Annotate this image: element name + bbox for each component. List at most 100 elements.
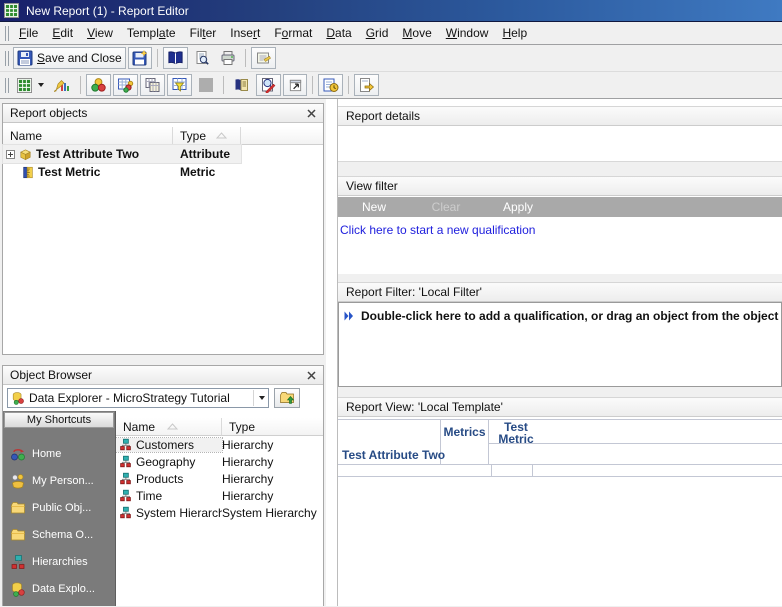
- menu-template[interactable]: Template: [120, 23, 183, 43]
- sidebar-item-hierarchies[interactable]: Hierarchies: [4, 548, 114, 575]
- row-axis-header[interactable]: Test Attribute Two: [338, 419, 441, 464]
- menu-grid[interactable]: Grid: [359, 23, 396, 43]
- view-filter-content: Click here to start a new qualification: [338, 217, 782, 274]
- properties-button[interactable]: [251, 47, 276, 69]
- toolbar-view: [0, 72, 782, 99]
- close-icon[interactable]: [307, 371, 316, 380]
- close-icon[interactable]: [307, 109, 316, 118]
- save-and-close-button[interactable]: Save and Close: [13, 47, 126, 69]
- table-row[interactable]: Test Metric Metric: [3, 163, 323, 181]
- metric-icon: [21, 165, 35, 180]
- my-shortcuts-button[interactable]: My Shortcuts: [4, 412, 114, 428]
- new-window-button[interactable]: [283, 74, 307, 96]
- table-row[interactable]: Geography Hierarchy: [116, 453, 323, 470]
- toolbar-grip[interactable]: [5, 78, 9, 93]
- report-filter-icon: [171, 77, 188, 93]
- history-button[interactable]: [318, 74, 343, 96]
- sort-ascending-icon: [216, 132, 227, 139]
- template-data-row[interactable]: [338, 464, 782, 477]
- exit-button[interactable]: [354, 74, 379, 96]
- template-grid: Test Attribute Two Metrics Test Metric: [338, 419, 782, 477]
- column-header-name[interactable]: Name: [116, 418, 222, 436]
- view-filter-title: View filter: [346, 179, 398, 193]
- main-area: Report objects Name Type Test Attribute …: [0, 99, 782, 606]
- toolbar-grip[interactable]: [5, 51, 9, 66]
- sidebar-item-home[interactable]: Home: [4, 440, 114, 467]
- report-objects-column-headers: Name Type: [3, 127, 323, 145]
- menu-format[interactable]: Format: [267, 23, 319, 43]
- view-filter-new-button[interactable]: New: [338, 200, 410, 214]
- sidebar-item-data-explorer[interactable]: Data Explo...: [4, 575, 114, 602]
- contents-button[interactable]: [163, 47, 188, 69]
- menu-edit[interactable]: Edit: [45, 23, 80, 43]
- menu-view[interactable]: View: [80, 23, 120, 43]
- report-details-button[interactable]: [229, 74, 254, 96]
- hierarchy-icon: [119, 472, 132, 485]
- view-filter-clear-button[interactable]: Clear: [410, 200, 482, 214]
- source-selector-value: Data Explorer - MicroStrategy Tutorial: [29, 391, 249, 405]
- menu-data[interactable]: Data: [319, 23, 358, 43]
- report-filter-button[interactable]: [167, 74, 192, 96]
- table-row[interactable]: Customers Hierarchy: [116, 436, 323, 453]
- menubar: File Edit View Template Filter Insert Fo…: [0, 22, 782, 45]
- object-browser-button[interactable]: [86, 74, 111, 96]
- report-objects-button[interactable]: [113, 74, 138, 96]
- object-browser-panel: Object Browser Data Explorer - MicroStra…: [2, 365, 324, 606]
- home-icon: [10, 446, 26, 462]
- table-row[interactable]: Time Hierarchy: [116, 487, 323, 504]
- column-header-type[interactable]: Type: [173, 127, 241, 145]
- table-row[interactable]: System Hierarchy System Hierarchy: [116, 504, 323, 521]
- view-filter-panel-icon: [144, 77, 161, 93]
- data-explorer-icon: [11, 391, 25, 405]
- expand-plus-icon[interactable]: [6, 150, 15, 159]
- shortcuts-list: Home My Person... Public Obj...: [4, 428, 114, 602]
- view-filter-panel-button[interactable]: [140, 74, 165, 96]
- menu-help[interactable]: Help: [495, 23, 534, 43]
- my-personal-objects-icon: [10, 473, 26, 489]
- disabled-button: [194, 74, 218, 96]
- view-filter-action-bar: New Clear Apply: [338, 197, 782, 217]
- new-qualification-link[interactable]: Click here to start a new qualification: [340, 223, 535, 237]
- panel-splitter[interactable]: [326, 99, 337, 606]
- menu-file[interactable]: File: [12, 23, 45, 43]
- table-row[interactable]: Products Hierarchy: [116, 470, 323, 487]
- sql-view-icon: [260, 77, 277, 93]
- metric-column-header[interactable]: Test Metric: [489, 419, 782, 444]
- source-selector[interactable]: Data Explorer - MicroStrategy Tutorial: [7, 388, 269, 408]
- table-row[interactable]: Test Attribute Two Attribute: [3, 145, 323, 163]
- menu-insert[interactable]: Insert: [223, 23, 267, 43]
- column-header-type[interactable]: Type: [222, 418, 323, 436]
- report-view-header: Report View: 'Local Template': [338, 397, 782, 417]
- dropdown-arrow-icon[interactable]: [253, 390, 268, 406]
- toolbar-main: Save and Close: [0, 45, 782, 72]
- save-as-button[interactable]: [128, 47, 152, 69]
- column-header-empty: [241, 127, 323, 145]
- open-folder-up-icon: [278, 390, 296, 406]
- sidebar-item-schema-objects[interactable]: Schema O...: [4, 521, 114, 548]
- menu-move[interactable]: Move: [395, 23, 438, 43]
- report-filter-content[interactable]: Double-click here to add a qualification…: [338, 302, 782, 387]
- metric-subheader-cell[interactable]: [489, 444, 782, 464]
- menu-window[interactable]: Window: [439, 23, 496, 43]
- hierarchy-icon: [119, 438, 132, 451]
- column-header-name[interactable]: Name: [3, 127, 173, 145]
- sidebar-item-my-personal-objects[interactable]: My Person...: [4, 467, 114, 494]
- contents-book-icon: [167, 50, 184, 66]
- view-filter-apply-button[interactable]: Apply: [482, 200, 554, 214]
- metrics-axis-header[interactable]: Metrics: [441, 419, 489, 464]
- report-objects-panel-header: Report objects: [3, 104, 323, 123]
- up-one-level-button[interactable]: [274, 388, 300, 408]
- toolbar-separator: [348, 76, 349, 94]
- object-type: Metric: [173, 165, 241, 179]
- menubar-grip[interactable]: [5, 26, 9, 41]
- menu-filter[interactable]: Filter: [183, 23, 224, 43]
- sql-view-button[interactable]: [256, 74, 281, 96]
- save-as-icon: [132, 50, 148, 66]
- properties-icon: [255, 50, 272, 66]
- print-preview-button[interactable]: [190, 47, 214, 69]
- design-view-button[interactable]: [50, 74, 75, 96]
- grid-view-button[interactable]: [13, 74, 48, 96]
- print-button[interactable]: [216, 47, 240, 69]
- attribute-icon: [18, 147, 33, 162]
- sidebar-item-public-objects[interactable]: Public Obj...: [4, 494, 114, 521]
